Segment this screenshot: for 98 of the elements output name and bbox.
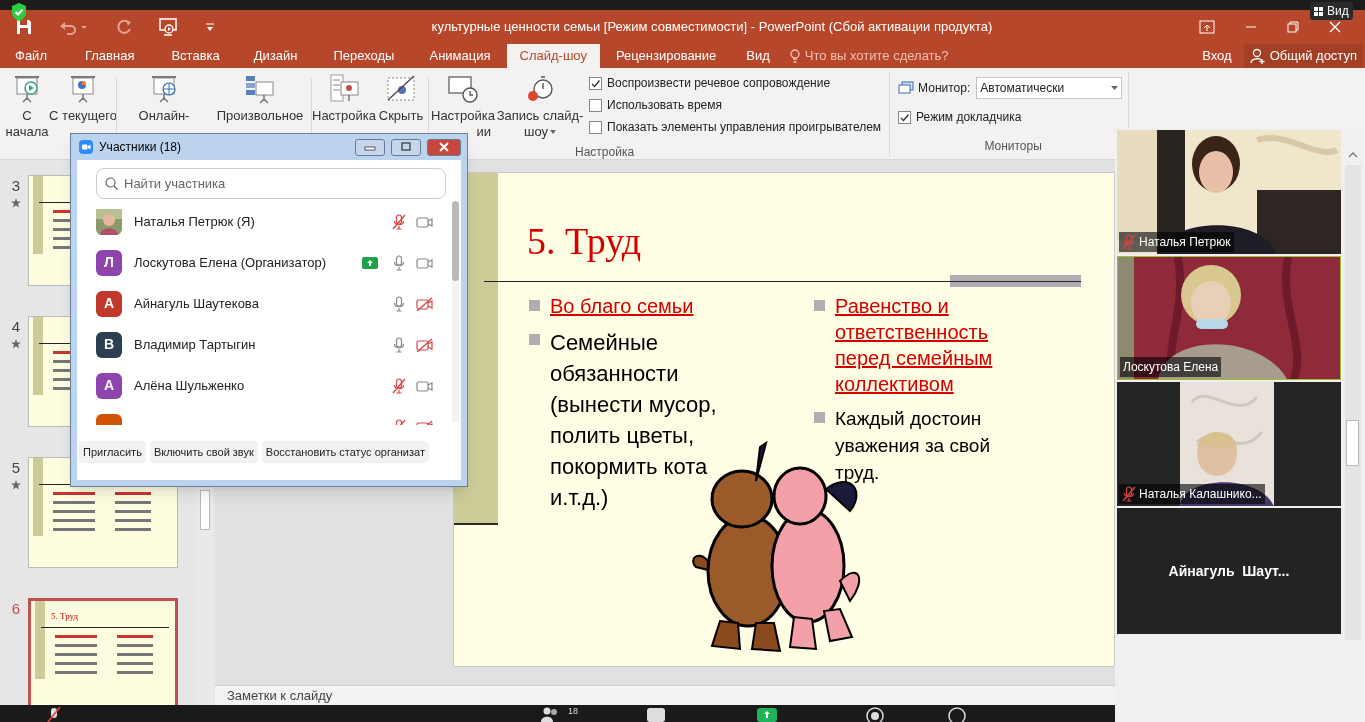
field-label: Монитор:: [918, 80, 971, 97]
ribbon-tab[interactable]: Файл: [0, 44, 65, 68]
participant-name: Айнагуль Шаутекова: [134, 294, 260, 313]
avatar: А: [96, 372, 122, 399]
save-icon[interactable]: [15, 18, 33, 36]
slide-number: 4: [11, 317, 21, 337]
participants-icon[interactable]: [540, 707, 560, 722]
window-title: культурные ценности семьи [Режим совместимости] - PowerPoint (Сбой активации продукта): [431, 18, 993, 37]
checkbox[interactable]: Использовать время: [589, 96, 882, 114]
share-screen-icon[interactable]: [756, 707, 778, 722]
close-icon[interactable]: [1329, 21, 1341, 33]
avatar: А: [96, 290, 122, 317]
bullet-text: Семейные обязанности (вынести мусор, полить цветы, покормить кота и.т.д.): [550, 329, 718, 512]
window-title: Участники (18): [99, 139, 182, 156]
bullet-icon: [529, 300, 540, 311]
scrollbar-thumb[interactable]: [1346, 420, 1359, 466]
group-label: Мониторы: [984, 139, 1042, 153]
ribbon-button[interactable]: Настройка ии: [431, 74, 495, 140]
restore-button[interactable]: [391, 138, 421, 156]
presentation-icon[interactable]: [159, 18, 179, 36]
thumbnail-title: 5. Труд: [51, 610, 79, 623]
redo-icon[interactable]: [115, 18, 133, 36]
screen-clock-icon: [447, 74, 479, 104]
slide-number: 3: [11, 176, 21, 196]
slide-link[interactable]: Во благо семьи: [550, 293, 694, 319]
ribbon-tab[interactable]: Слайд-шоу: [506, 44, 600, 68]
ribbon-tab[interactable]: Дизайн: [236, 44, 315, 68]
record-icon[interactable]: [866, 707, 884, 722]
ribbon-tab[interactable]: Рецензирование: [599, 44, 733, 68]
checkbox[interactable]: Показать элементы управления проигрывателем: [589, 118, 882, 136]
slide-setup-icon: [328, 74, 360, 104]
avatar: Л: [96, 249, 122, 276]
participant-count: 18: [568, 706, 578, 716]
lightbulb-icon: [789, 48, 800, 64]
scrollbar-thumb[interactable]: [452, 201, 459, 281]
checkmark-icon: [899, 111, 911, 123]
slide-number: 6: [11, 599, 21, 619]
close-icon: [437, 142, 451, 152]
name-label: Наталья Петрюк: [1119, 232, 1234, 252]
footer-button[interactable]: Восстановить статус организат: [261, 441, 429, 463]
close-button[interactable]: [427, 138, 461, 156]
ribbon-button[interactable]: Онлайн-: [119, 74, 209, 124]
footer-button[interactable]: Пригласить: [79, 441, 146, 463]
bullet-icon: [814, 300, 825, 311]
slide-list-icon: [244, 74, 276, 104]
caret-icon[interactable]: [550, 130, 556, 134]
participant-name: Наталья Петрюк (Я): [134, 212, 256, 231]
avatar: В: [96, 331, 122, 358]
ribbon-tab[interactable]: Вид: [732, 44, 784, 68]
ribbon-button[interactable]: Произвольное: [211, 74, 309, 124]
participant-name: Лоскутова Елена (Организатор): [134, 253, 328, 272]
ribbon-tab[interactable]: Главная: [64, 44, 155, 68]
participant-name: Владимир Тартыгин: [134, 335, 257, 354]
name-label: Лоскутова Елена: [1120, 357, 1222, 377]
ribbon-button[interactable]: Скрыть: [376, 74, 426, 124]
ribbon-tab[interactable]: Анимация: [413, 44, 507, 68]
bullet-text: Каждый достоин уважения за свой труд.: [835, 407, 991, 485]
checkbox[interactable]: Режим докладчика: [898, 108, 1129, 126]
customize-icon[interactable]: [205, 21, 215, 33]
participant-name: Айнагуль Шаут...: [1168, 561, 1290, 581]
slide-link[interactable]: Равенство и ответственность перед семейным коллективом: [835, 293, 1019, 397]
ribbon-button[interactable]: С начала: [4, 74, 50, 140]
monitors-icon: [898, 81, 915, 95]
chat-icon[interactable]: [646, 707, 666, 722]
hidden-slide-icon: [385, 74, 417, 104]
restore-icon[interactable]: [1287, 21, 1299, 33]
search-field[interactable]: Найти участника: [96, 168, 446, 199]
muted-mic-icon[interactable]: [46, 707, 62, 722]
restore-icon: [399, 142, 413, 152]
slide-title: 5. Труд: [527, 219, 642, 264]
name-label: Наталья Калашнико...: [1119, 484, 1265, 504]
participant-name: Алёна Шульженко: [134, 376, 246, 395]
minimize-button[interactable]: [355, 138, 385, 156]
view-button[interactable]: Вид: [1310, 2, 1353, 20]
caret-icon: [1111, 86, 1119, 90]
footer-button[interactable]: Включить свой звук: [149, 441, 258, 463]
slide-number: 5: [11, 458, 21, 478]
bullet-icon: [529, 334, 540, 345]
sign-in-link[interactable]: Вход: [1190, 44, 1244, 68]
chevron-up-icon[interactable]: [1348, 152, 1358, 158]
share-button[interactable]: Общий доступ: [1243, 44, 1363, 68]
ribbon-tab[interactable]: Вставка: [154, 44, 237, 68]
person-add-icon: [1249, 48, 1266, 64]
bullet-icon: [814, 412, 825, 423]
ribbon-button[interactable]: Запись слайд- шоу: [497, 74, 583, 140]
ribbon-button[interactable]: Настройка: [314, 74, 374, 124]
checkmark-icon: [590, 77, 601, 89]
ribbon-tab[interactable]: Переходы: [314, 44, 414, 68]
group-label: Настройка: [575, 144, 635, 161]
display-options-icon[interactable]: [1199, 20, 1215, 34]
scrollbar-thumb[interactable]: [200, 490, 210, 530]
search-icon: [105, 177, 118, 190]
checkbox[interactable]: Воспроизвести речевое сопровождение: [589, 74, 882, 92]
grid-icon: [1314, 6, 1324, 16]
shield-icon: [10, 2, 28, 22]
monitor-dropdown[interactable]: Автоматически: [976, 77, 1123, 99]
camera-icon: [79, 140, 93, 154]
notes-placeholder[interactable]: Заметки к слайду: [227, 685, 333, 706]
